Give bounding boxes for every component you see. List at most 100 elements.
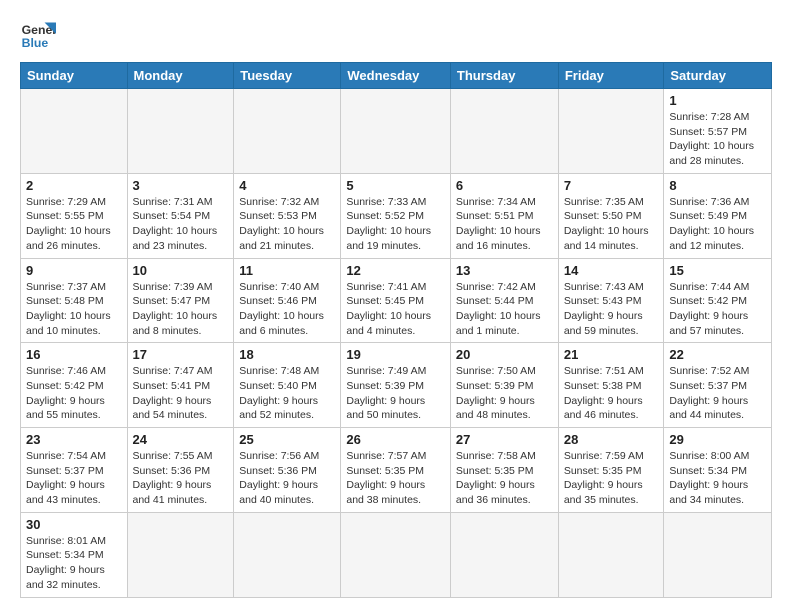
day-number: 26 xyxy=(346,432,445,447)
day-number: 11 xyxy=(239,263,335,278)
weekday-header-friday: Friday xyxy=(558,63,664,89)
day-info: Sunrise: 7:28 AM Sunset: 5:57 PM Dayligh… xyxy=(669,110,766,169)
page: General Blue SundayMondayTuesdayWednesda… xyxy=(0,0,792,612)
calendar-cell: 22 Sunrise: 7:52 AM Sunset: 5:37 PM Dayli… xyxy=(664,343,772,428)
calendar-cell: 29Sunrise: 8:00 AM Sunset: 5:34 PM Dayli… xyxy=(664,428,772,513)
day-info: Sunrise: 7:37 AM Sunset: 5:48 PM Dayligh… xyxy=(26,280,122,339)
calendar-cell xyxy=(127,512,234,597)
day-number: 5 xyxy=(346,178,445,193)
weekday-header-sunday: Sunday xyxy=(21,63,128,89)
day-number: 20 xyxy=(456,347,553,362)
day-number: 13 xyxy=(456,263,553,278)
calendar-cell: 17 Sunrise: 7:47 AM Sunset: 5:41 PM Dayli… xyxy=(127,343,234,428)
calendar-cell: 14 Sunrise: 7:43 AM Sunset: 5:43 PM Dayli… xyxy=(558,258,664,343)
day-number: 29 xyxy=(669,432,766,447)
calendar-cell: 7Sunrise: 7:35 AM Sunset: 5:50 PM Daylig… xyxy=(558,173,664,258)
calendar-cell xyxy=(664,512,772,597)
calendar-week-2: 2Sunrise: 7:29 AM Sunset: 5:55 PM Daylig… xyxy=(21,173,772,258)
calendar-cell xyxy=(558,89,664,174)
day-info: Sunrise: 7:54 AM Sunset: 5:37 PM Dayligh… xyxy=(26,449,122,508)
calendar-cell: 1 Sunrise: 7:28 AM Sunset: 5:57 PM Daylig… xyxy=(664,89,772,174)
day-info: Sunrise: 7:52 AM Sunset: 5:37 PM Dayligh… xyxy=(669,364,766,423)
calendar-cell: 6Sunrise: 7:34 AM Sunset: 5:51 PM Daylig… xyxy=(450,173,558,258)
day-number: 7 xyxy=(564,178,659,193)
day-info: Sunrise: 7:47 AM Sunset: 5:41 PM Dayligh… xyxy=(133,364,229,423)
day-number: 3 xyxy=(133,178,229,193)
day-number: 24 xyxy=(133,432,229,447)
weekday-header-thursday: Thursday xyxy=(450,63,558,89)
day-info: Sunrise: 7:34 AM Sunset: 5:51 PM Dayligh… xyxy=(456,195,553,254)
day-number: 10 xyxy=(133,263,229,278)
calendar-cell: 21Sunrise: 7:51 AM Sunset: 5:38 PM Dayli… xyxy=(558,343,664,428)
day-info: Sunrise: 7:55 AM Sunset: 5:36 PM Dayligh… xyxy=(133,449,229,508)
calendar-cell xyxy=(450,89,558,174)
calendar-cell xyxy=(341,89,451,174)
calendar-cell: 30 Sunrise: 8:01 AM Sunset: 5:34 PM Dayli… xyxy=(21,512,128,597)
day-number: 16 xyxy=(26,347,122,362)
day-info: Sunrise: 7:33 AM Sunset: 5:52 PM Dayligh… xyxy=(346,195,445,254)
day-number: 27 xyxy=(456,432,553,447)
day-number: 8 xyxy=(669,178,766,193)
day-number: 28 xyxy=(564,432,659,447)
day-info: Sunrise: 7:57 AM Sunset: 5:35 PM Dayligh… xyxy=(346,449,445,508)
calendar-cell: 18 Sunrise: 7:48 AM Sunset: 5:40 PM Dayli… xyxy=(234,343,341,428)
day-number: 25 xyxy=(239,432,335,447)
calendar-cell: 28 Sunrise: 7:59 AM Sunset: 5:35 PM Dayli… xyxy=(558,428,664,513)
generalblue-icon: General Blue xyxy=(20,16,56,52)
day-info: Sunrise: 7:51 AM Sunset: 5:38 PM Dayligh… xyxy=(564,364,659,423)
calendar-cell: 19Sunrise: 7:49 AM Sunset: 5:39 PM Dayli… xyxy=(341,343,451,428)
calendar-cell xyxy=(21,89,128,174)
calendar-cell: 3 Sunrise: 7:31 AM Sunset: 5:54 PM Daylig… xyxy=(127,173,234,258)
day-number: 15 xyxy=(669,263,766,278)
day-number: 18 xyxy=(239,347,335,362)
calendar-cell: 9 Sunrise: 7:37 AM Sunset: 5:48 PM Daylig… xyxy=(21,258,128,343)
day-number: 14 xyxy=(564,263,659,278)
weekday-header-monday: Monday xyxy=(127,63,234,89)
calendar-week-4: 16Sunrise: 7:46 AM Sunset: 5:42 PM Dayli… xyxy=(21,343,772,428)
day-info: Sunrise: 8:01 AM Sunset: 5:34 PM Dayligh… xyxy=(26,534,122,593)
calendar-week-5: 23 Sunrise: 7:54 AM Sunset: 5:37 PM Dayli… xyxy=(21,428,772,513)
calendar-cell: 12 Sunrise: 7:41 AM Sunset: 5:45 PM Dayli… xyxy=(341,258,451,343)
day-info: Sunrise: 7:32 AM Sunset: 5:53 PM Dayligh… xyxy=(239,195,335,254)
day-info: Sunrise: 7:43 AM Sunset: 5:43 PM Dayligh… xyxy=(564,280,659,339)
day-info: Sunrise: 7:31 AM Sunset: 5:54 PM Dayligh… xyxy=(133,195,229,254)
svg-text:Blue: Blue xyxy=(22,36,49,50)
calendar-week-3: 9 Sunrise: 7:37 AM Sunset: 5:48 PM Daylig… xyxy=(21,258,772,343)
calendar-cell xyxy=(234,89,341,174)
day-number: 1 xyxy=(669,93,766,108)
day-number: 12 xyxy=(346,263,445,278)
day-info: Sunrise: 7:42 AM Sunset: 5:44 PM Dayligh… xyxy=(456,280,553,339)
day-info: Sunrise: 7:59 AM Sunset: 5:35 PM Dayligh… xyxy=(564,449,659,508)
day-info: Sunrise: 7:56 AM Sunset: 5:36 PM Dayligh… xyxy=(239,449,335,508)
calendar-cell: 2Sunrise: 7:29 AM Sunset: 5:55 PM Daylig… xyxy=(21,173,128,258)
calendar-cell: 13 Sunrise: 7:42 AM Sunset: 5:44 PM Dayli… xyxy=(450,258,558,343)
day-number: 9 xyxy=(26,263,122,278)
calendar-cell: 15 Sunrise: 7:44 AM Sunset: 5:42 PM Dayli… xyxy=(664,258,772,343)
day-info: Sunrise: 7:40 AM Sunset: 5:46 PM Dayligh… xyxy=(239,280,335,339)
day-number: 2 xyxy=(26,178,122,193)
day-number: 22 xyxy=(669,347,766,362)
calendar-week-6: 30 Sunrise: 8:01 AM Sunset: 5:34 PM Dayli… xyxy=(21,512,772,597)
day-number: 30 xyxy=(26,517,122,532)
header: General Blue xyxy=(20,16,772,52)
calendar-cell xyxy=(558,512,664,597)
calendar-cell xyxy=(341,512,451,597)
day-info: Sunrise: 7:36 AM Sunset: 5:49 PM Dayligh… xyxy=(669,195,766,254)
day-info: Sunrise: 7:39 AM Sunset: 5:47 PM Dayligh… xyxy=(133,280,229,339)
calendar-cell xyxy=(127,89,234,174)
weekday-header-tuesday: Tuesday xyxy=(234,63,341,89)
calendar-cell: 23 Sunrise: 7:54 AM Sunset: 5:37 PM Dayli… xyxy=(21,428,128,513)
day-info: Sunrise: 7:41 AM Sunset: 5:45 PM Dayligh… xyxy=(346,280,445,339)
calendar-cell: 10 Sunrise: 7:39 AM Sunset: 5:47 PM Dayli… xyxy=(127,258,234,343)
calendar-cell xyxy=(234,512,341,597)
day-info: Sunrise: 7:44 AM Sunset: 5:42 PM Dayligh… xyxy=(669,280,766,339)
day-number: 23 xyxy=(26,432,122,447)
day-number: 17 xyxy=(133,347,229,362)
calendar-cell: 20 Sunrise: 7:50 AM Sunset: 5:39 PM Dayli… xyxy=(450,343,558,428)
logo: General Blue xyxy=(20,16,56,52)
calendar-cell: 8 Sunrise: 7:36 AM Sunset: 5:49 PM Daylig… xyxy=(664,173,772,258)
calendar-cell: 4Sunrise: 7:32 AM Sunset: 5:53 PM Daylig… xyxy=(234,173,341,258)
calendar-cell: 16Sunrise: 7:46 AM Sunset: 5:42 PM Dayli… xyxy=(21,343,128,428)
day-info: Sunrise: 7:50 AM Sunset: 5:39 PM Dayligh… xyxy=(456,364,553,423)
day-info: Sunrise: 7:48 AM Sunset: 5:40 PM Dayligh… xyxy=(239,364,335,423)
